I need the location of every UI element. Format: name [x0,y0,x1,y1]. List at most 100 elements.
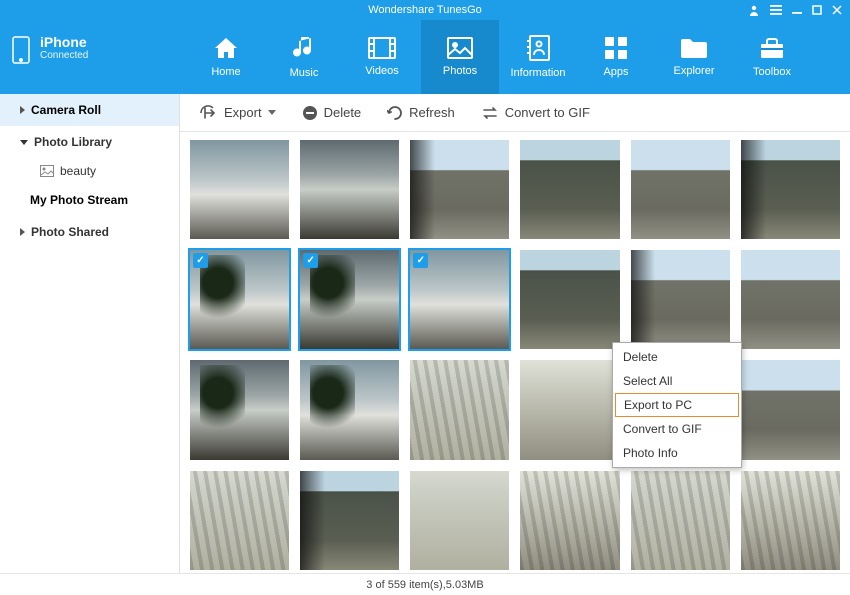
photo-image [631,140,730,239]
titlebar: Wondershare TunesGo [0,0,850,20]
photo-thumb[interactable] [739,248,842,351]
nav-home[interactable]: Home [187,20,265,94]
photo-image [300,140,399,239]
photo-image [741,471,840,570]
sidebar-item-my-photo-stream[interactable]: My Photo Stream [0,184,179,216]
content: Export Delete Refresh Convert to GIF Del… [180,94,850,573]
photo-thumb[interactable] [518,138,621,241]
ctx-export-pc[interactable]: Export to PC [615,393,739,417]
photo-thumb[interactable] [629,138,732,241]
explorer-icon [680,37,708,59]
toolbox-icon [759,36,785,60]
photo-image [520,140,619,239]
apps-icon [604,36,628,60]
refresh-button[interactable]: Refresh [377,101,465,125]
sidebar-item-photo-shared[interactable]: Photo Shared [0,216,179,248]
user-icon[interactable] [748,4,760,16]
photo-thumb[interactable] [188,469,291,572]
ctx-photo-info[interactable]: Photo Info [613,441,741,465]
photo-thumb[interactable] [739,138,842,241]
minimize-icon[interactable] [792,5,802,15]
delete-button[interactable]: Delete [292,101,372,125]
expand-icon [20,106,25,114]
app-title: Wondershare TunesGo [368,4,482,16]
videos-icon [368,37,396,59]
photo-image [631,471,730,570]
status-text: 3 of 559 item(s),5.03MB [366,579,483,591]
nav-music[interactable]: Music [265,20,343,94]
convert-icon [481,106,499,120]
export-button[interactable]: Export [190,101,286,125]
refresh-icon [387,105,403,121]
photo-thumb[interactable] [739,469,842,572]
sidebar-item-photo-library[interactable]: Photo Library [0,126,179,158]
photo-thumb[interactable] [518,358,621,461]
checkmark-icon [413,253,428,268]
photo-thumb[interactable] [408,469,511,572]
ctx-delete[interactable]: Delete [613,345,741,369]
export-icon [200,105,218,121]
photo-thumb[interactable] [739,358,842,461]
nav-information[interactable]: Information [499,20,577,94]
device-status: Connected [40,50,88,61]
photo-thumb[interactable] [188,248,291,351]
close-icon[interactable] [832,5,842,15]
photos-icon [447,37,473,59]
photo-thumb[interactable] [298,138,401,241]
menu-icon[interactable] [770,5,782,15]
nav-apps[interactable]: Apps [577,20,655,94]
checkmark-icon [303,253,318,268]
photo-thumb[interactable] [408,358,511,461]
photo-image [741,140,840,239]
photo-image [631,250,730,349]
maximize-icon[interactable] [812,5,822,15]
photo-image [741,360,840,459]
photo-image [300,360,399,459]
photo-thumb[interactable] [408,248,511,351]
chevron-down-icon [268,110,276,116]
photo-image [190,140,289,239]
sidebar-item-beauty[interactable]: beauty [0,158,179,184]
music-icon [293,35,315,61]
phone-icon [12,36,30,64]
titlebar-controls [748,4,842,16]
ctx-select-all[interactable]: Select All [613,369,741,393]
main: Camera Roll Photo Library beauty My Phot… [0,94,850,573]
photo-thumb[interactable] [518,248,621,351]
nav-photos[interactable]: Photos [421,20,499,94]
checkmark-icon [193,253,208,268]
nav-items: Home Music Videos Photos Information App… [187,20,811,94]
photo-thumb[interactable] [518,469,621,572]
sidebar: Camera Roll Photo Library beauty My Phot… [0,94,180,573]
navbar: iPhone Connected Home Music Videos Photo… [0,20,850,94]
context-menu: Delete Select All Export to PC Convert t… [612,342,742,468]
photo-thumb[interactable] [298,248,401,351]
collapse-icon [20,140,28,145]
nav-toolbox[interactable]: Toolbox [733,20,811,94]
photo-image [190,471,289,570]
photo-thumb[interactable] [298,469,401,572]
toolbar: Export Delete Refresh Convert to GIF [180,94,850,132]
ctx-convert-gif[interactable]: Convert to GIF [613,417,741,441]
photo-thumb[interactable] [629,469,732,572]
sidebar-item-camera-roll[interactable]: Camera Roll [0,94,179,126]
photo-thumb[interactable] [298,358,401,461]
delete-icon [302,105,318,121]
convert-button[interactable]: Convert to GIF [471,101,600,124]
photo-thumb[interactable] [629,248,732,351]
photo-image [520,360,619,459]
photo-image [741,250,840,349]
nav-explorer[interactable]: Explorer [655,20,733,94]
image-icon [40,165,54,177]
statusbar: 3 of 559 item(s),5.03MB [0,573,850,595]
photo-image [410,360,509,459]
photo-image [520,471,619,570]
device-name: iPhone [40,34,88,50]
photo-image [410,471,509,570]
photo-thumb[interactable] [188,358,291,461]
nav-videos[interactable]: Videos [343,20,421,94]
device-info[interactable]: iPhone Connected [12,20,187,94]
photo-thumb[interactable] [408,138,511,241]
photo-thumb[interactable] [188,138,291,241]
home-icon [213,36,239,60]
